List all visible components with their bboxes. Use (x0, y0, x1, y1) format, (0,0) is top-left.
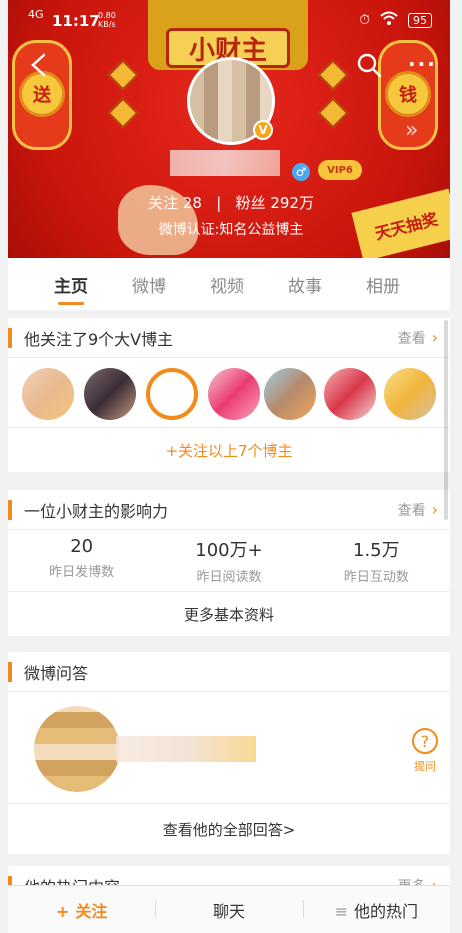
view-more-link[interactable]: 查看 › (398, 328, 438, 348)
card-title: 微博问答 (24, 663, 89, 683)
qa-body: ? 提问 (8, 692, 450, 804)
bottom-action-bar: + 关注 聊天 ≡ 他的热门 (8, 885, 450, 933)
stat-value: 1.5万 (353, 540, 400, 561)
influence-card: 一位小财主的影响力 查看 › 20 昨日发博数 100万+ 昨日阅读数 1.5万 … (8, 490, 450, 636)
search-icon[interactable] (356, 52, 382, 78)
ask-question-button[interactable]: ? 提问 (412, 728, 438, 774)
following-v-card: 他关注了9个大V博主 查看 › +关注以上7个博主 (8, 318, 450, 472)
card-title: 他关注了9个大V博主 (24, 329, 174, 349)
decor-diamond (317, 97, 349, 129)
influence-stats: 20 昨日发博数 100万+ 昨日阅读数 1.5万 昨日互动数 (8, 530, 450, 592)
chevron-right-icon: › (431, 499, 438, 519)
view-all-answers-button[interactable]: 查看他的全部回答> (8, 804, 450, 854)
v-avatar[interactable] (208, 368, 260, 420)
follow-fans-stats[interactable]: 关注 28 | 粉丝 292万 (0, 192, 462, 213)
tab-album[interactable]: 相册 (344, 272, 422, 297)
status-right: ⏱ 95 (359, 11, 432, 29)
v-avatar[interactable] (146, 368, 198, 420)
alarm-icon: ⏱ (359, 12, 370, 28)
chat-label: 聊天 (212, 901, 245, 921)
v-avatar[interactable] (22, 368, 74, 420)
more-options-icon[interactable]: ··· (408, 52, 438, 76)
stat-label: 昨日互动数 (343, 570, 409, 585)
v-avatar[interactable] (264, 368, 316, 420)
stat-label: 昨日发博数 (49, 565, 115, 580)
verified-v-icon: V (253, 120, 273, 140)
battery-icon: 95 (408, 12, 432, 28)
card-header[interactable]: 他关注了9个大V博主 查看 › (8, 318, 450, 358)
network-speed: 0.80 KB/s (98, 11, 116, 29)
card-header[interactable]: 他的热门内容 更多› (8, 866, 450, 886)
card-title: 一位小财主的影响力 (24, 501, 169, 521)
stat-posts: 20 昨日发博数 (8, 530, 155, 591)
stat-value: 100万+ (195, 540, 263, 561)
qa-card: 微博问答 ? 提问 查看他的全部回答> (8, 652, 450, 854)
card-header: 微博问答 (8, 652, 450, 692)
stat-label: 昨日阅读数 (196, 570, 262, 585)
stat-interactions: 1.5万 昨日互动数 (303, 530, 450, 591)
tab-video[interactable]: 视频 (188, 272, 266, 297)
vip-badge[interactable]: VIP6 (318, 160, 362, 180)
follow-button[interactable]: + 关注 (8, 898, 155, 922)
right-lantern-label: 钱 (385, 71, 431, 117)
profile-tabs: 主页 微博 视频 故事 相册 (8, 258, 450, 310)
v-avatar[interactable] (324, 368, 376, 420)
decor-diamond (107, 59, 139, 91)
question-icon: ? (412, 728, 438, 754)
stat-reads: 100万+ 昨日阅读数 (155, 530, 302, 591)
hot-menu-button[interactable]: ≡ 他的热门 (302, 898, 450, 922)
username-blurred (170, 150, 280, 176)
accent-bar (8, 328, 12, 348)
signal-icon: 4G (28, 8, 44, 21)
v-avatar-row (8, 358, 450, 428)
tab-home[interactable]: 主页 (32, 272, 110, 305)
follow-label: 关注 (75, 901, 108, 921)
card-header[interactable]: 一位小财主的影响力 查看 › (8, 490, 450, 530)
more-info-button[interactable]: 更多基本资料 (8, 592, 450, 636)
status-time: 11:17 (52, 12, 100, 30)
back-icon[interactable] (26, 52, 52, 78)
ask-label: 提问 (414, 760, 436, 773)
status-bar: 4G 11:17 0.80 KB/s ⏱ 95 (8, 0, 450, 40)
stat-value: 20 (70, 536, 94, 557)
scrollbar[interactable] (444, 320, 448, 520)
accent-bar (8, 500, 12, 520)
plus-icon: + (55, 901, 70, 921)
hot-label: 他的热门 (354, 901, 419, 921)
follow-all-button[interactable]: +关注以上7个博主 (8, 428, 450, 472)
chat-button[interactable]: 聊天 (155, 898, 302, 922)
qa-name-blurred (116, 736, 256, 762)
chevron-right-icon: › (431, 327, 438, 347)
view-more-link[interactable]: 查看 › (398, 500, 438, 520)
v-avatar[interactable] (384, 368, 436, 420)
accent-bar (8, 662, 12, 682)
v-avatar[interactable] (84, 368, 136, 420)
hot-content-card: 他的热门内容 更多› (8, 866, 450, 886)
tab-story[interactable]: 故事 (266, 272, 344, 297)
double-chevron-icon[interactable]: » (405, 118, 418, 143)
view-label: 查看 (397, 330, 426, 347)
decor-diamond (107, 97, 139, 129)
qa-avatar[interactable] (34, 706, 120, 792)
view-label: 查看 (397, 502, 426, 519)
verification-text: 微博认证:知名公益博主 (158, 222, 304, 238)
wifi-icon (380, 11, 398, 29)
menu-icon: ≡ (334, 901, 349, 921)
male-gender-icon: ♂ (292, 163, 310, 181)
tab-weibo[interactable]: 微博 (110, 272, 188, 297)
decor-diamond (317, 59, 349, 91)
